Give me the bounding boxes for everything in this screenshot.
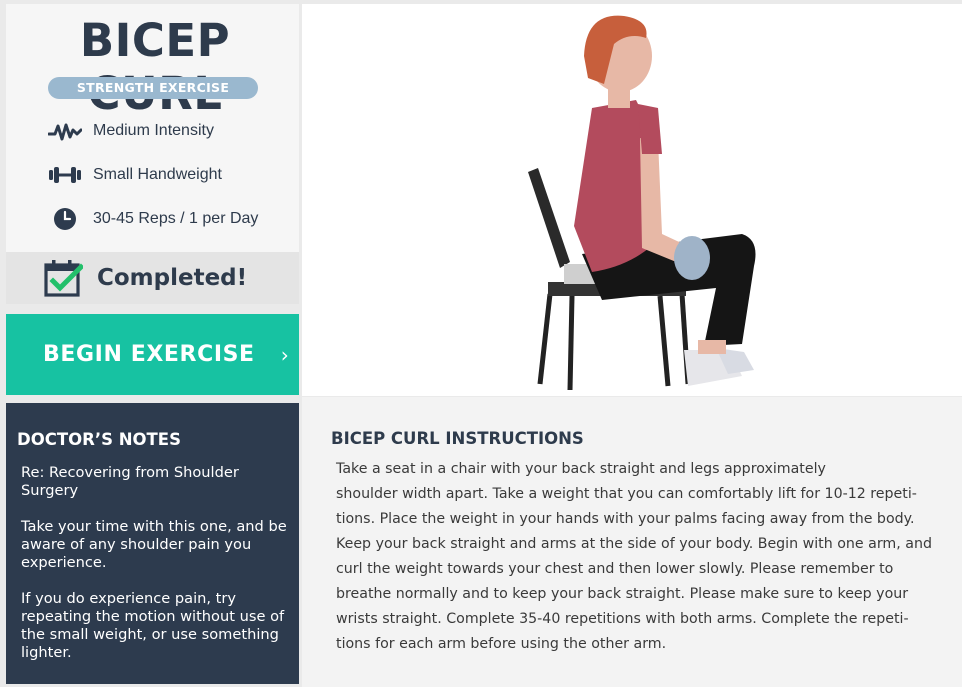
doctor-note-paragraph: If you do experience pain, try repeating… [21,590,285,661]
instruction-line: shoulder width apart. Take a weight that… [336,486,917,502]
doctor-note-paragraph: Take your time with this one, and be awa… [21,518,287,571]
doctor-note-paragraph: Re: Recovering from Shoulder Surgery [21,464,239,499]
instructions-title: BICEP CURL INSTRUCTIONS [331,429,584,448]
instructions-body: Take a seat in a chair with your back st… [336,457,932,657]
instruction-line: breathe normally and to keep your back s… [336,586,909,602]
chevron-right-icon: › [280,342,289,367]
category-badge: STRENGTH EXERCISE [48,77,258,99]
begin-exercise-label: BEGIN EXERCISE [43,342,255,367]
equipment-row: Small Handweight [46,160,222,190]
exercise-info-panel: BICEP CURL STRENGTH EXERCISE Medium Inte… [6,4,299,252]
reps-row: 30-45 Reps / 1 per Day [46,204,258,234]
person-seated-curl-figure [528,15,756,391]
instruction-line: wrists straight. Complete 35-40 repetiti… [336,611,909,627]
doctor-notes-title: DOCTOR’S NOTES [17,430,181,449]
instruction-line: Take a seat in a chair with your back st… [336,461,826,477]
completed-status: Completed! [6,252,299,304]
instruction-line: tions for each arm before using the othe… [336,636,667,652]
calendar-check-icon [43,258,83,298]
begin-exercise-button[interactable]: BEGIN EXERCISE › [6,314,299,395]
instruction-line: curl the weight towards your chest and t… [336,561,894,577]
completed-label: Completed! [97,265,248,291]
instruction-line: Keep your back straight and arms at the … [336,536,932,552]
intensity-row: Medium Intensity [46,116,214,146]
reps-label: 30-45 Reps / 1 per Day [93,210,259,227]
exercise-title: BICEP CURL [79,14,231,120]
clock-icon [46,204,84,234]
instruction-line: tions. Place the weight in your hands wi… [336,511,915,527]
dumbbell-icon [46,160,84,190]
instructions-panel: BICEP CURL INSTRUCTIONS Take a seat in a… [302,397,962,687]
equipment-label: Small Handweight [93,166,222,183]
exercise-illustration [302,4,962,396]
pulse-icon [46,116,84,146]
intensity-label: Medium Intensity [93,122,214,139]
doctor-notes-panel: DOCTOR’S NOTES Re: Recovering from Shoul… [6,403,299,684]
